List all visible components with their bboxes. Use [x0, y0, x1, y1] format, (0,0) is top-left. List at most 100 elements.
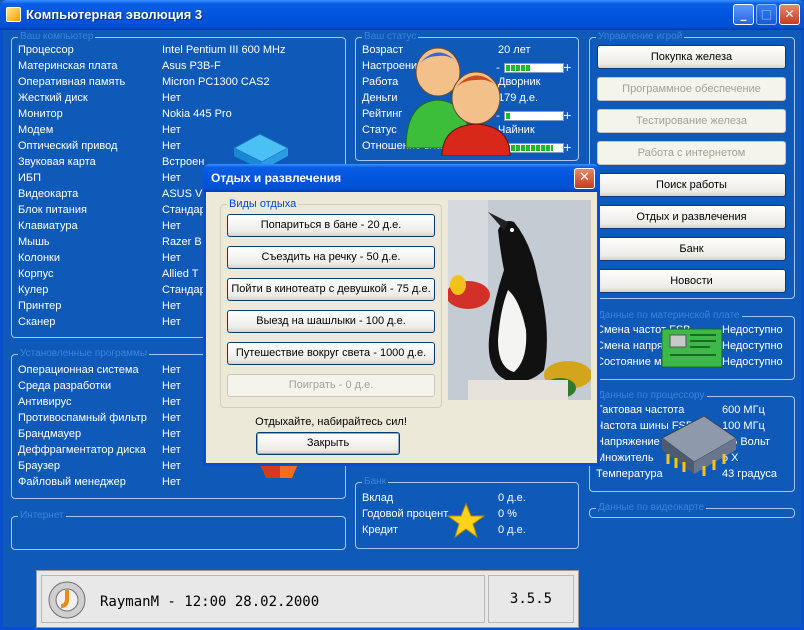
star-icon: [447, 502, 485, 539]
leisure-option-button-5[interactable]: Путешествие вокруг света - 1000 д.е.: [227, 342, 435, 365]
mobo-item-value: Недоступно: [722, 340, 783, 352]
manage-button-5[interactable]: Поиск работы: [597, 173, 786, 197]
computer-item-label: Блок питания: [18, 204, 87, 216]
computer-item-label: Принтер: [18, 300, 62, 312]
computer-item-label: Монитор: [18, 108, 63, 120]
status-version: 3.5.5: [488, 575, 574, 623]
dialog-close-action-button[interactable]: Закрыть: [256, 432, 400, 455]
status-legend: Ваш статус: [362, 31, 419, 42]
computer-item-value: Razer B: [162, 236, 202, 248]
dialog-titlebar[interactable]: Отдых и развлечения ✕: [203, 164, 600, 192]
computer-item-value: Нет: [162, 140, 181, 152]
computer-item-label: Видеокарта: [18, 188, 79, 200]
computer-item-value: Нет: [162, 300, 181, 312]
close-button[interactable]: ✕: [779, 4, 800, 25]
computer-item-label: Кулер: [18, 284, 49, 296]
program-item-label: Браузер: [18, 460, 60, 472]
motherboard-icon: [661, 328, 723, 368]
cpu-item-label: Множитель: [596, 452, 654, 464]
leisure-option-button-1[interactable]: Попариться в бане - 20 д.е.: [227, 214, 435, 237]
mood-plus: +: [562, 61, 572, 74]
mobo-legend: Данные по материнской плате: [596, 310, 742, 321]
program-item-label: Брандмауер: [18, 428, 82, 440]
status-user-panel: RaymanM - 12:00 28.02.2000: [41, 575, 485, 623]
people-icon: [405, 47, 511, 156]
computer-item-value: Нет: [162, 92, 181, 104]
maximize-icon: □: [760, 7, 773, 21]
status-bar: RaymanM - 12:00 28.02.2000 3.5.5: [36, 570, 579, 628]
computer-item-value: ASUS V: [162, 188, 203, 200]
leisure-option-button-3[interactable]: Пойти в кинотеатр с девушкой - 75 д.е.: [227, 278, 435, 301]
computer-item-label: Оперативная память: [18, 76, 126, 88]
mobo-item-value: Недоступно: [722, 356, 783, 368]
computer-item-value: Стандар: [162, 284, 206, 296]
computer-item-value: Нет: [162, 172, 181, 184]
leisure-options-group: Виды отдыха Попариться в бане - 20 д.е. С…: [220, 198, 442, 408]
computer-item-value: Стандар: [162, 204, 206, 216]
manage-button-1[interactable]: Покупка железа: [597, 45, 786, 69]
dialog-title: Отдых и развлечения: [211, 171, 342, 185]
internet-group: Интернет: [11, 510, 346, 550]
window-titlebar[interactable]: Компьютерная эволюция 3 _ □ ✕: [0, 0, 804, 30]
cpu-chip-icon: [661, 415, 737, 476]
program-item-value: Нет: [162, 364, 181, 376]
computer-item-value: Asus P3B-F: [162, 60, 221, 72]
program-item-value: Нет: [162, 476, 181, 488]
maximize-button[interactable]: □: [756, 4, 777, 25]
computer-item-value: Nokia 445 Pro: [162, 108, 232, 120]
manage-button-6[interactable]: Отдых и развлечения: [597, 205, 786, 229]
program-item-value: Нет: [162, 428, 181, 440]
manage-button-7[interactable]: Банк: [597, 237, 786, 261]
computer-item-label: Клавиатура: [18, 220, 78, 232]
program-item-label: Деффрагментатор диска: [18, 444, 146, 456]
bank-credit-value: 0 д.е.: [498, 524, 526, 536]
bank-legend: Банк: [362, 476, 389, 487]
computer-item-value: Allied T: [162, 268, 199, 280]
manage-button-3[interactable]: Тестирование железа: [597, 109, 786, 133]
bank-rate-label: Годовой процент: [362, 508, 449, 520]
window-title: Компьютерная эволюция 3: [26, 7, 203, 22]
program-item-value: Нет: [162, 412, 181, 424]
status-stat-label: Статус: [362, 124, 397, 136]
manage-button-8[interactable]: Новости: [597, 269, 786, 293]
computer-item-label: Модем: [18, 124, 54, 136]
dialog-close-button[interactable]: ✕: [574, 168, 595, 189]
app-icon: [6, 7, 21, 22]
leisure-option-button-6[interactable]: Поиграть - 0 д.е.: [227, 374, 435, 397]
bank-deposit-value: 0 д.е.: [498, 492, 526, 504]
bank-deposit-label: Вклад: [362, 492, 394, 504]
program-item-label: Противоспамный фильтр: [18, 412, 147, 424]
manage-button-2[interactable]: Программное обеспечение: [597, 77, 786, 101]
program-item-value: Нет: [162, 460, 181, 472]
programs-legend: Установленные программы: [18, 348, 150, 359]
computer-item-label: Жесткий диск: [18, 92, 88, 104]
computer-item-row: Материнская плата Asus P3B-F: [18, 60, 338, 76]
leisure-dialog: Отдых и развлечения ✕ Виды отдыха Попари…: [203, 164, 600, 466]
computer-item-value: Нет: [162, 316, 181, 328]
computer-item-row: Процессор Intel Pentium III 600 MHz: [18, 44, 338, 60]
minimize-icon: _: [740, 7, 747, 21]
status-age-label: Возраст: [362, 44, 404, 56]
computer-item-label: Оптический привод: [18, 140, 118, 152]
minimize-button[interactable]: _: [733, 4, 754, 25]
penguin-picture: [448, 200, 591, 400]
program-item-value: Нет: [162, 444, 181, 456]
rating-plus: +: [562, 109, 572, 122]
manage-button-4[interactable]: Работа с интернетом: [597, 141, 786, 165]
status-money-label: Деньги: [362, 92, 398, 104]
computer-item-value: Встроен: [162, 156, 205, 168]
close-icon: ✕: [784, 7, 795, 21]
video-legend: Данные по видеокарте: [596, 502, 707, 513]
computer-item-value: Нет: [162, 124, 181, 136]
program-item-label: Среда разработки: [18, 380, 112, 392]
computer-item-label: Процессор: [18, 44, 74, 56]
leisure-option-button-4[interactable]: Выезд на шашлыки - 100 д.е.: [227, 310, 435, 333]
computer-item-label: Звуковая карта: [18, 156, 96, 168]
computer-item-label: Сканер: [18, 316, 56, 328]
computer-item-value: Нет: [162, 220, 181, 232]
leisure-option-button-2[interactable]: Съездить на речку - 50 д.е.: [227, 246, 435, 269]
dialog-close-icon: ✕: [579, 170, 590, 185]
penguin-icon: [448, 200, 591, 400]
computer-item-row: Монитор Nokia 445 Pro: [18, 108, 338, 124]
cpu-legend: Данные по процессору: [596, 390, 707, 401]
